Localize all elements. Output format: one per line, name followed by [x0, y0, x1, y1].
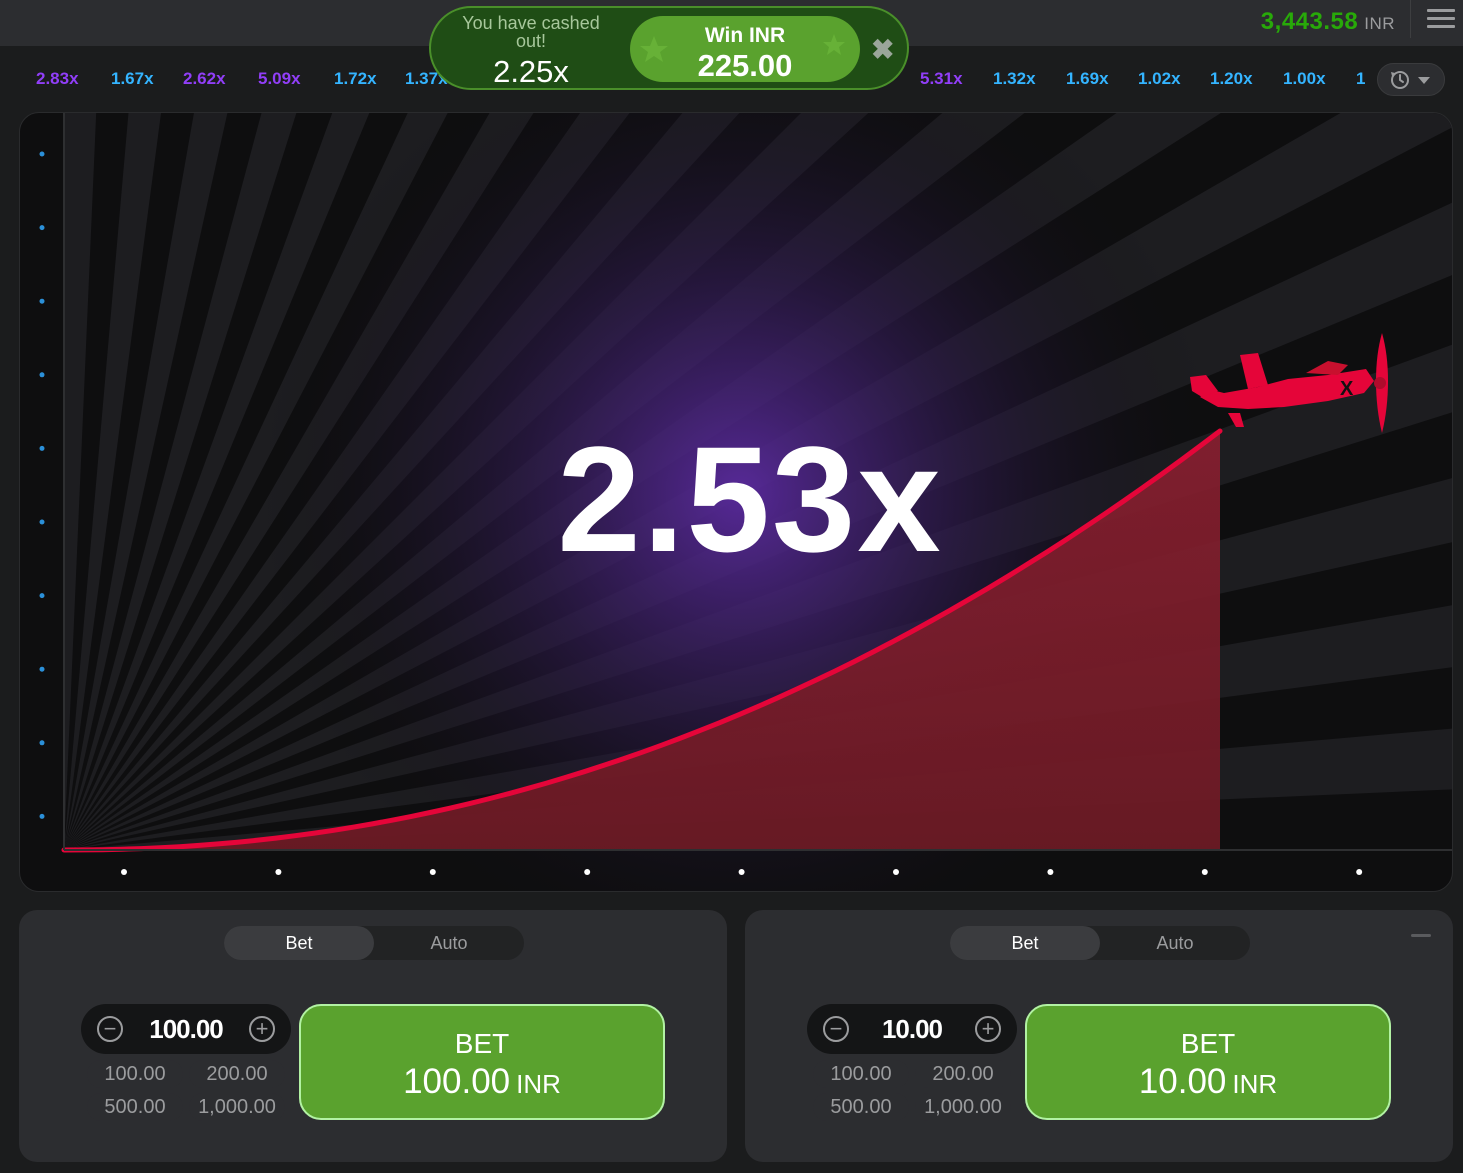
history-item[interactable]: 1.67x [111, 69, 154, 89]
bet-amount-input[interactable] [129, 1012, 243, 1046]
history-item[interactable]: 1.02x [1138, 69, 1181, 89]
bet-button[interactable]: BET 100.00 INR [299, 1004, 665, 1120]
y-axis-dot [39, 151, 45, 157]
quick-amount-button[interactable]: 1,000.00 [915, 1093, 1011, 1121]
tab-bet[interactable]: Bet [950, 926, 1100, 960]
y-axis-dot [39, 740, 45, 746]
history-icon [1391, 71, 1430, 89]
history-item[interactable]: 1.69x [1066, 69, 1109, 89]
cashout-message: You have cashed out! [462, 13, 600, 51]
x-axis-dot [738, 869, 745, 875]
x-axis-dot [584, 869, 591, 875]
quick-amount-button[interactable]: 100.00 [813, 1060, 909, 1088]
game-canvas: X 2.53x [19, 112, 1453, 892]
quick-amount-button[interactable]: 200.00 [189, 1060, 285, 1088]
bet-panel-2: Bet Auto − + 100.00 200.00 500.00 1,000.… [745, 910, 1453, 1162]
balance-amount: 3,443.58 [1260, 8, 1359, 35]
airplane-label: X [1340, 378, 1354, 400]
y-axis-dot [39, 666, 45, 672]
decrease-bet-button[interactable]: − [97, 1016, 123, 1042]
y-axis-dot [39, 593, 45, 599]
close-icon[interactable]: ✖ [871, 36, 894, 64]
bet-amount-stepper: − + [807, 1004, 1017, 1054]
bet-mode-tabs: Bet Auto [224, 926, 524, 960]
bet-button[interactable]: BET 10.00 INR [1025, 1004, 1391, 1120]
tab-bet[interactable]: Bet [224, 926, 374, 960]
history-item[interactable]: 5.31x [920, 69, 963, 89]
cashout-multiplier: 2.25x [493, 54, 569, 89]
history-item[interactable]: 1 [1356, 69, 1365, 89]
history-item[interactable]: 1.20x [1210, 69, 1253, 89]
x-axis-dot [893, 869, 899, 875]
bet-button-amount: 10.00 INR [1027, 1062, 1389, 1102]
aviator-game: 3,443.58 INR 2.83x 1.67x 2.62x 5.09x 1.72… [0, 0, 1463, 1173]
current-multiplier: 2.53x [557, 415, 943, 583]
bet-button-label: BET [454, 1028, 510, 1059]
history-item[interactable]: 5.09x [258, 69, 301, 89]
tab-auto[interactable]: Auto [374, 926, 524, 960]
x-axis-dot [1047, 869, 1054, 875]
decrease-bet-button[interactable]: − [823, 1016, 849, 1042]
remove-panel-button[interactable] [1411, 934, 1431, 937]
win-amount: 225.00 [697, 48, 793, 83]
bet-amount-input[interactable] [855, 1012, 969, 1046]
y-axis-dot [39, 372, 45, 378]
y-axis-dot [39, 298, 45, 304]
hamburger-icon[interactable] [1427, 9, 1455, 31]
tab-auto[interactable]: Auto [1100, 926, 1250, 960]
increase-bet-button[interactable]: + [249, 1016, 275, 1042]
bet-button-amount: 100.00 INR [301, 1062, 663, 1102]
bet-button-currency: INR [516, 1069, 561, 1099]
bet-button-value: 10.00 [1138, 1062, 1227, 1101]
quick-amount-button[interactable]: 1,000.00 [189, 1093, 285, 1121]
win-label: Win INR [704, 24, 786, 47]
cashout-notification: You have cashed out! 2.25x Win INR 225.0… [429, 6, 909, 90]
menu-divider [1410, 0, 1411, 38]
y-axis-dot [39, 519, 45, 525]
x-axis-dot [1201, 869, 1208, 875]
x-axis-dot [1356, 869, 1363, 875]
history-item[interactable]: 2.62x [183, 69, 226, 89]
bet-button-currency: INR [1232, 1069, 1278, 1099]
history-dropdown-button[interactable] [1377, 63, 1445, 96]
history-item[interactable]: 1.32x [993, 69, 1036, 89]
history-item[interactable]: 2.83x [36, 69, 79, 89]
bet-amount-stepper: − + [81, 1004, 291, 1054]
quick-amount-button[interactable]: 500.00 [87, 1093, 183, 1121]
chevron-down-icon [1418, 77, 1430, 84]
y-axis-dot [39, 445, 45, 451]
balance-display: 3,443.58 INR [1261, 8, 1395, 36]
quick-amount-button[interactable]: 100.00 [87, 1060, 183, 1088]
y-axis-dot [39, 813, 45, 819]
y-axis-dot [39, 225, 45, 231]
bet-mode-tabs: Bet Auto [950, 926, 1250, 960]
bet-button-value: 100.00 [403, 1062, 511, 1101]
x-axis-dot [275, 869, 282, 875]
increase-bet-button[interactable]: + [975, 1016, 1001, 1042]
quick-amount-button[interactable]: 200.00 [915, 1060, 1011, 1088]
bet-button-label: BET [1180, 1028, 1236, 1059]
x-axis-dot [429, 869, 436, 875]
win-badge: Win INR 225.00 [630, 16, 860, 83]
balance-currency: INR [1364, 14, 1395, 33]
history-item[interactable]: 1.00x [1283, 69, 1326, 89]
history-item[interactable]: 1.72x [334, 69, 377, 89]
x-axis-dot [121, 869, 127, 875]
bet-panel-1: Bet Auto − + 100.00 200.00 500.00 1,000.… [19, 910, 727, 1162]
quick-amount-button[interactable]: 500.00 [813, 1093, 909, 1121]
